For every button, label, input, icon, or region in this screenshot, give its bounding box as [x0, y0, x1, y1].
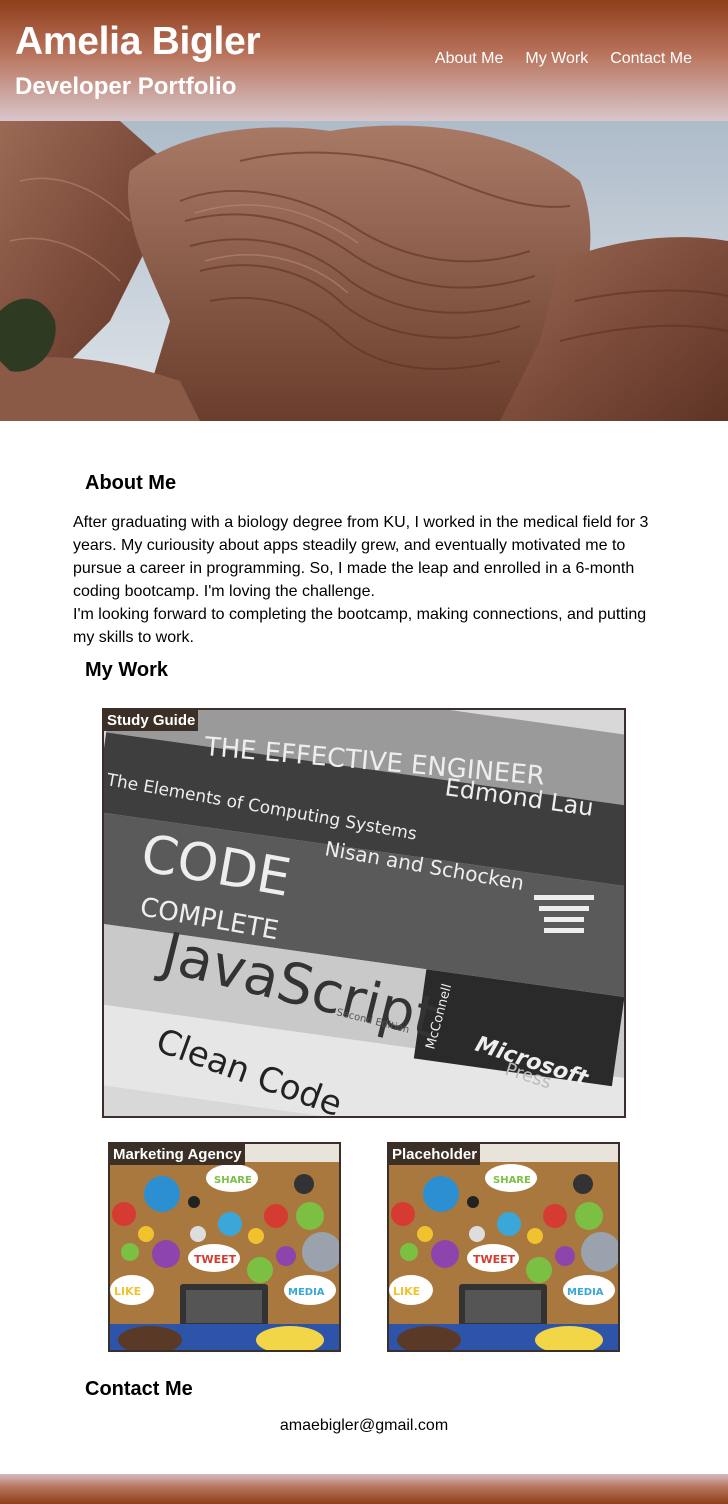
- contact-heading: Contact Me: [85, 1378, 193, 1400]
- social-media-image: TWEET LIKE MEDIA SHARE: [389, 1144, 618, 1350]
- hero-image: [0, 121, 728, 421]
- bubble-text: LIKE: [393, 1285, 420, 1298]
- bubble-text: SHARE: [493, 1175, 531, 1186]
- project-label: Study Guide: [104, 710, 199, 731]
- site-footer: [0, 1474, 728, 1504]
- bubble-text: TWEET: [473, 1253, 516, 1266]
- site-header: Amelia Bigler Developer Portfolio About …: [0, 0, 728, 121]
- nav-contact-me[interactable]: Contact Me: [610, 50, 692, 68]
- nav-about-me[interactable]: About Me: [435, 50, 503, 68]
- contact-email[interactable]: amaebigler@gmail.com: [0, 1417, 728, 1435]
- about-paragraph-2: I'm looking forward to completing the bo…: [73, 606, 647, 646]
- bubble-text: MEDIA: [567, 1287, 604, 1298]
- about-heading: About Me: [85, 472, 177, 494]
- site-subtitle: Developer Portfolio: [15, 73, 237, 100]
- project-card-marketing-agency[interactable]: TWEET LIKE MEDIA SHARE Marketing Agency: [108, 1142, 341, 1352]
- work-heading: My Work: [85, 659, 168, 681]
- project-card-placeholder[interactable]: TWEET LIKE MEDIA SHARE Placeholder: [387, 1142, 620, 1352]
- books-image: THE EFFECTIVE ENGINEER Edmond Lau The El…: [104, 710, 624, 1116]
- bubble-text: SHARE: [214, 1175, 252, 1186]
- bubble-text: MEDIA: [288, 1287, 325, 1298]
- main-nav: About Me My Work Contact Me: [435, 50, 692, 68]
- project-card-study-guide[interactable]: THE EFFECTIVE ENGINEER Edmond Lau The El…: [102, 708, 626, 1118]
- project-label: Placeholder: [389, 1144, 481, 1165]
- site-name: Amelia Bigler: [15, 20, 261, 63]
- project-label: Marketing Agency: [110, 1144, 245, 1165]
- bubble-text: LIKE: [114, 1285, 141, 1298]
- about-paragraph-1: After graduating with a biology degree f…: [73, 514, 649, 600]
- social-media-image: TWEET LIKE MEDIA SHARE: [110, 1144, 339, 1350]
- about-paragraph: After graduating with a biology degree f…: [73, 511, 663, 649]
- bubble-text: TWEET: [194, 1253, 237, 1266]
- nav-my-work[interactable]: My Work: [525, 50, 588, 68]
